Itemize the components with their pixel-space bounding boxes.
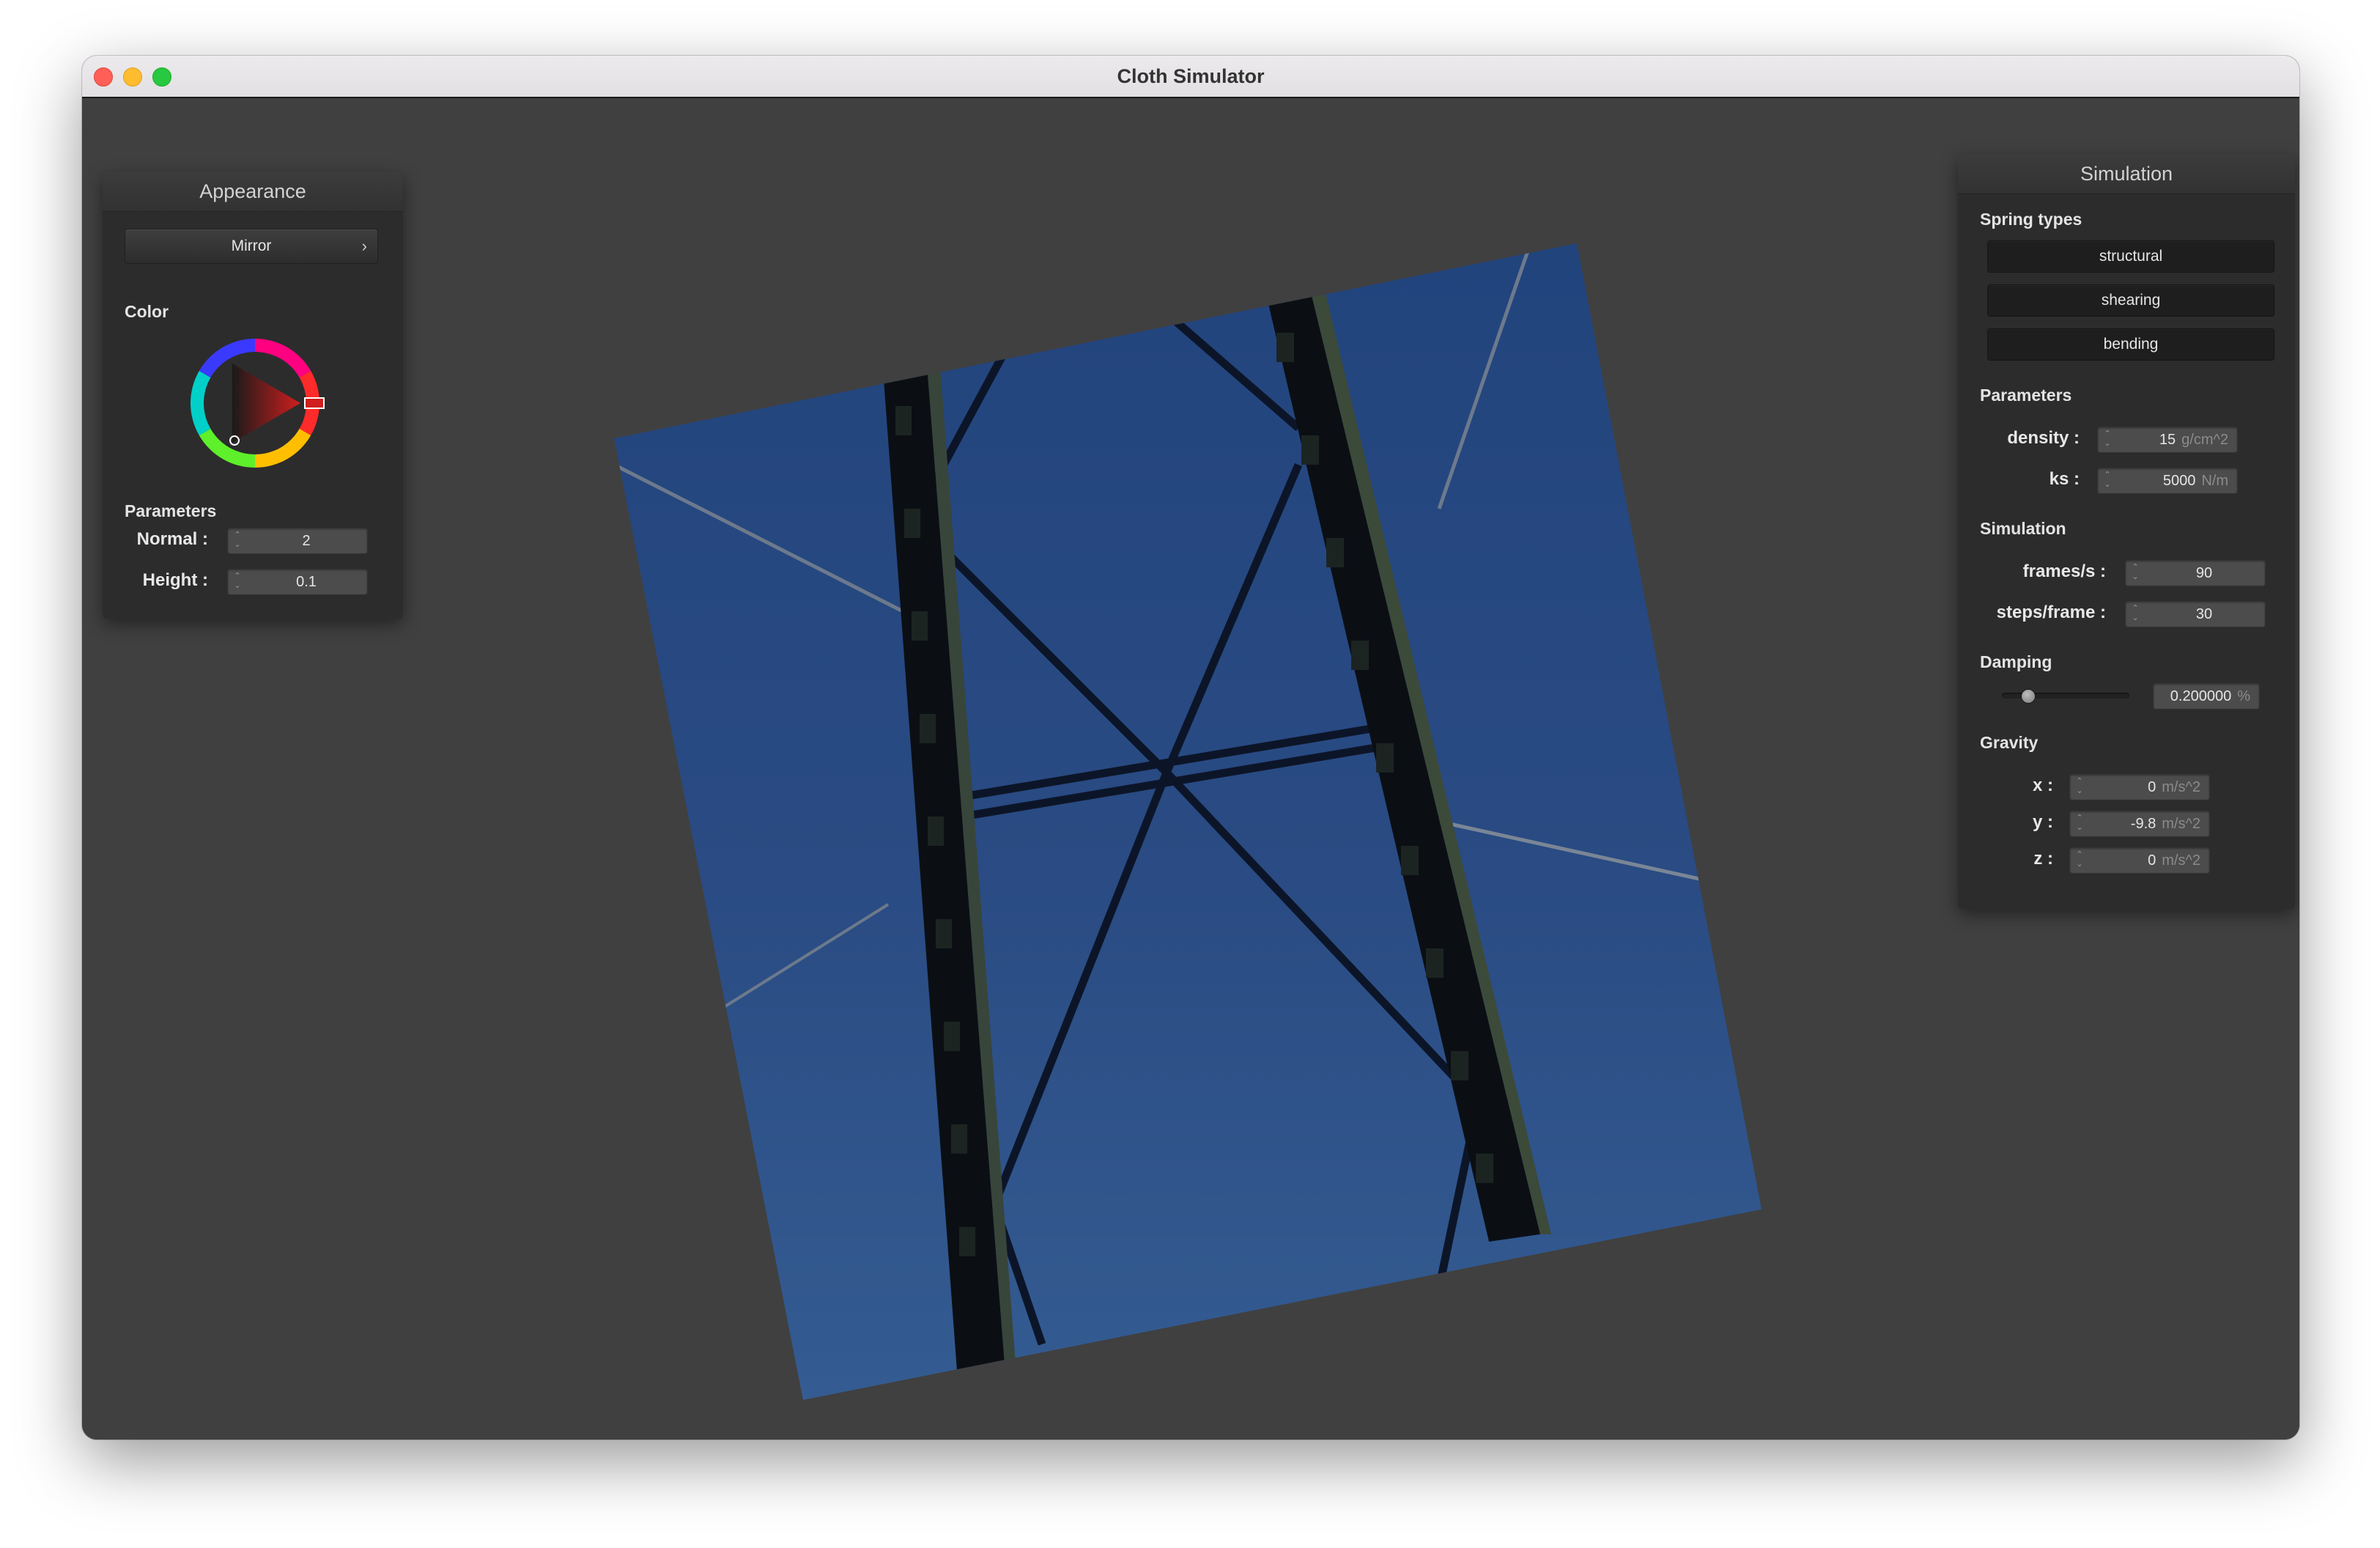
color-wheel-icon[interactable]: [189, 337, 336, 476]
gravity-y-value: -9.8: [2130, 816, 2157, 832]
fps-stepper-icon[interactable]: ⌃ ⌄: [2130, 563, 2140, 583]
gravity-z-field[interactable]: ⌃ ⌄ 0 m/s^2: [2069, 847, 2210, 874]
density-value: 15: [2159, 432, 2176, 448]
gravity-z-stepper-icon[interactable]: ⌃ ⌄: [2074, 850, 2085, 871]
gravity-y-stepper-icon[interactable]: ⌃ ⌄: [2074, 814, 2085, 834]
density-value-wrap: 15 g/cm^2: [2159, 427, 2228, 452]
steps-label: steps/frame :: [1996, 602, 2106, 622]
simulation-panel-title[interactable]: Simulation: [1958, 154, 2295, 194]
title-bar: Cloth Simulator: [82, 56, 2299, 98]
gravity-z-value: 0: [2148, 852, 2157, 869]
color-label: Color: [125, 302, 169, 321]
hue-marker[interactable]: [304, 397, 325, 409]
structural-toggle[interactable]: structural: [1987, 240, 2274, 273]
damping-slider-knob[interactable]: [2020, 689, 2036, 704]
gravity-y-label: y :: [2032, 812, 2053, 832]
ks-label: ks :: [2049, 469, 2080, 489]
height-value: 0.1: [296, 574, 317, 590]
height-field[interactable]: ⌃ ⌄ 0.1: [227, 569, 368, 595]
fps-value: 90: [2195, 565, 2213, 581]
damping-label: Damping: [1980, 652, 2052, 671]
damping-unit: %: [2237, 688, 2250, 704]
appearance-panel: Appearance Mirror › Color Parameters Nor…: [103, 172, 403, 619]
gravity-y-unit: m/s^2: [2162, 816, 2200, 832]
ks-unit: N/m: [2201, 473, 2228, 489]
gravity-z-value-wrap: 0 m/s^2: [2148, 848, 2200, 873]
chevron-right-icon: ›: [361, 237, 367, 255]
normal-value: 2: [302, 533, 311, 549]
ks-value-wrap: 5000 N/m: [2163, 468, 2228, 493]
steps-field[interactable]: ⌃ ⌄ 30: [2125, 601, 2266, 627]
gravity-z-label: z :: [2033, 849, 2053, 869]
appearance-parameters-label: Parameters: [125, 501, 217, 520]
app-window: Cloth Simulator Appearance Mirror › Colo…: [82, 56, 2299, 1440]
gravity-y-value-wrap: -9.8 m/s^2: [2131, 811, 2200, 836]
normal-field[interactable]: ⌃ ⌄ 2: [227, 528, 368, 554]
cloth-mesh[interactable]: [614, 243, 1762, 1400]
window-title: Cloth Simulator: [1117, 65, 1265, 87]
density-stepper-icon[interactable]: ⌃ ⌄: [2102, 430, 2113, 450]
simulation-section-label: Simulation: [1980, 519, 2066, 538]
gravity-z-unit: m/s^2: [2162, 852, 2200, 869]
gravity-x-field[interactable]: ⌃ ⌄ 0 m/s^2: [2069, 774, 2210, 800]
density-unit: g/cm^2: [2181, 432, 2228, 448]
appearance-panel-title[interactable]: Appearance: [103, 172, 403, 212]
height-label: Height :: [142, 570, 208, 590]
gravity-x-label: x :: [2032, 775, 2053, 795]
ks-field[interactable]: ⌃ ⌄ 5000 N/m: [2097, 468, 2238, 494]
damping-value-wrap: 0.200000%: [2170, 684, 2250, 709]
gravity-label: Gravity: [1980, 733, 2039, 752]
gravity-x-value: 0: [2148, 779, 2157, 795]
fps-label: frames/s :: [2022, 561, 2106, 581]
steps-stepper-icon[interactable]: ⌃ ⌄: [2130, 604, 2140, 624]
ks-value: 5000: [2162, 473, 2196, 489]
gravity-y-field[interactable]: ⌃ ⌄ -9.8 m/s^2: [2069, 811, 2210, 837]
damping-value: 0.200000: [2170, 688, 2232, 704]
normal-stepper-icon[interactable]: ⌃ ⌄: [232, 531, 243, 551]
fps-field[interactable]: ⌃ ⌄ 90: [2125, 560, 2266, 586]
gravity-x-unit: m/s^2: [2162, 779, 2200, 795]
ks-stepper-icon[interactable]: ⌃ ⌄: [2102, 471, 2113, 491]
normal-label: Normal :: [136, 529, 208, 549]
simulation-panel: Simulation Spring types structural shear…: [1958, 154, 2295, 909]
render-viewport[interactable]: Appearance Mirror › Color Parameters Nor…: [82, 98, 2299, 1440]
density-field[interactable]: ⌃ ⌄ 15 g/cm^2: [2097, 427, 2238, 453]
bending-toggle[interactable]: bending: [1987, 328, 2274, 361]
simulation-parameters-label: Parameters: [1980, 386, 2072, 405]
gravity-x-stepper-icon[interactable]: ⌃ ⌄: [2074, 777, 2085, 797]
shearing-toggle[interactable]: shearing: [1987, 284, 2274, 317]
steps-value: 30: [2195, 606, 2213, 622]
density-label: density :: [2007, 428, 2080, 448]
height-stepper-icon[interactable]: ⌃ ⌄: [232, 572, 243, 592]
spring-types-label: Spring types: [1980, 210, 2082, 229]
gravity-x-value-wrap: 0 m/s^2: [2148, 775, 2200, 800]
damping-field[interactable]: 0.200000%: [2153, 683, 2260, 710]
shader-select[interactable]: Mirror ›: [125, 229, 378, 264]
shader-select-label: Mirror: [231, 237, 272, 254]
